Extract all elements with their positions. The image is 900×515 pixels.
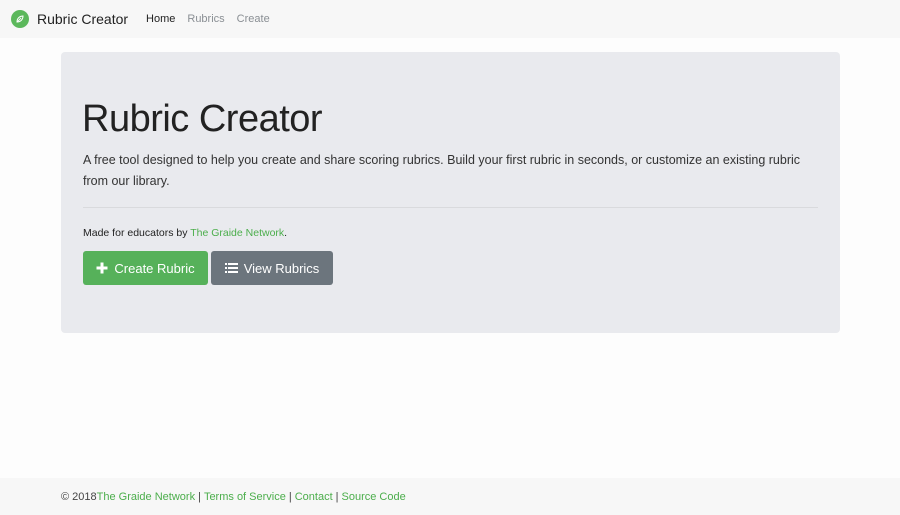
brand-name: Rubric Creator bbox=[37, 11, 129, 27]
nav-create[interactable]: Create bbox=[237, 13, 270, 25]
hero-jumbotron: Rubric Creator A free tool designed to h… bbox=[61, 52, 840, 333]
footer-separator: | bbox=[288, 490, 292, 503]
footer-separator: | bbox=[198, 490, 201, 503]
page-title: Rubric Creator bbox=[82, 98, 323, 140]
made-for-prefix: Made for educators by bbox=[83, 227, 191, 239]
plus-icon bbox=[96, 262, 108, 274]
lead-text: A free tool designed to help you create … bbox=[83, 153, 801, 188]
copyright-text: © 2018 bbox=[61, 490, 97, 503]
footer: © 2018 The Graide Network | Terms of Ser… bbox=[0, 478, 900, 515]
footer-terms-link[interactable]: Terms of Service bbox=[204, 491, 286, 503]
footer-separator: | bbox=[335, 490, 339, 503]
graide-network-link[interactable]: The Graide Network bbox=[190, 227, 284, 239]
navbar: Rubric Creator Home Rubrics Create bbox=[0, 0, 900, 38]
create-rubric-button[interactable]: Create Rubric bbox=[83, 251, 208, 285]
action-buttons: Create Rubric View Rubrics bbox=[83, 251, 818, 285]
create-rubric-label: Create Rubric bbox=[114, 260, 195, 276]
view-rubrics-button[interactable]: View Rubrics bbox=[211, 251, 333, 285]
footer-contact-link[interactable]: Contact bbox=[295, 491, 333, 503]
view-rubrics-label: View Rubrics bbox=[243, 260, 320, 276]
footer-source-code-link[interactable]: Source Code bbox=[342, 491, 406, 503]
nav-links: Home Rubrics Create bbox=[146, 13, 282, 25]
leaf-icon bbox=[11, 10, 29, 28]
list-icon bbox=[224, 262, 238, 274]
brand[interactable]: Rubric Creator bbox=[11, 10, 128, 28]
made-for-text: Made for educators by The Graide Network… bbox=[83, 227, 818, 239]
nav-rubrics[interactable]: Rubrics bbox=[187, 13, 224, 25]
made-for-suffix: . bbox=[284, 227, 288, 239]
footer-graide-network-link[interactable]: The Graide Network bbox=[97, 491, 195, 503]
divider bbox=[83, 207, 818, 208]
nav-home[interactable]: Home bbox=[146, 13, 175, 25]
